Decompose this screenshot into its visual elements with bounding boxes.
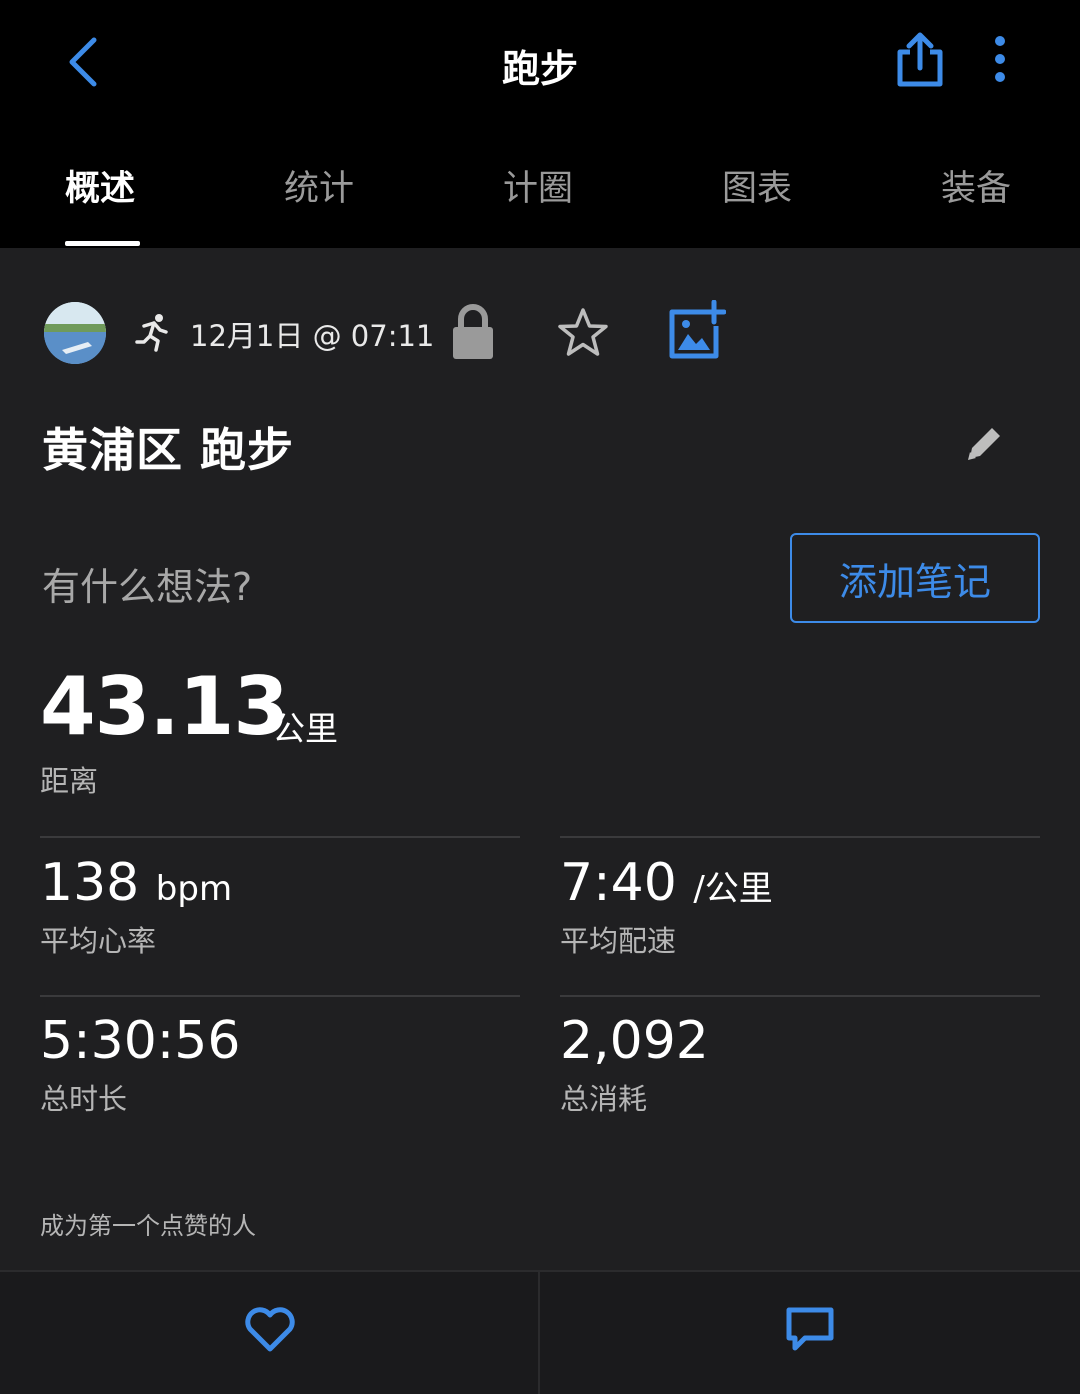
stat-heart-rate-value: 138 bpm xyxy=(40,853,232,913)
like-button[interactable] xyxy=(230,1300,310,1360)
stat-calories-label: 总消耗 xyxy=(560,1082,648,1116)
bottom-action-bar xyxy=(0,1270,1080,1394)
pencil-icon[interactable] xyxy=(962,420,1008,466)
divider xyxy=(40,995,520,997)
comment-icon xyxy=(786,1307,834,1351)
tab-charts[interactable]: 图表 xyxy=(722,160,792,211)
stat-duration-label: 总时长 xyxy=(40,1082,128,1116)
tab-laps[interactable]: 计圈 xyxy=(503,160,573,211)
stat-value-unit: /公里 xyxy=(693,869,773,909)
distance-unit: 公里 xyxy=(272,709,338,748)
avatar[interactable] xyxy=(44,302,106,364)
running-icon xyxy=(135,314,168,352)
stat-value-unit: bpm xyxy=(155,869,233,909)
share-button[interactable] xyxy=(888,28,952,92)
active-tab-indicator xyxy=(65,241,140,246)
more-vertical-icon xyxy=(995,36,1005,82)
lock-icon[interactable] xyxy=(450,303,496,361)
comment-button[interactable] xyxy=(770,1298,850,1362)
activity-title: 黄浦区 跑步 xyxy=(42,423,295,477)
stat-value-number: 2,092 xyxy=(560,1011,709,1071)
share-icon xyxy=(897,32,943,87)
top-app-bar: 跑步 概述 统计 计圈 图表 装备 xyxy=(0,0,1080,248)
stat-value-number: 5:30:56 xyxy=(40,1011,241,1071)
star-icon[interactable] xyxy=(556,306,610,360)
divider xyxy=(40,836,520,838)
more-options-button[interactable] xyxy=(978,28,1022,92)
like-prompt: 成为第一个点赞的人 xyxy=(40,1212,256,1240)
add-photo-icon[interactable] xyxy=(666,300,726,360)
heart-icon xyxy=(245,1307,295,1352)
tab-stats[interactable]: 统计 xyxy=(284,160,354,211)
add-note-button[interactable]: 添加笔记 xyxy=(790,533,1040,623)
bottom-bar-separator xyxy=(538,1272,540,1394)
stat-pace-value: 7:40 /公里 xyxy=(560,853,773,913)
avatar-image xyxy=(44,302,106,364)
divider xyxy=(560,836,1040,838)
divider xyxy=(560,995,1040,997)
stat-value-number: 138 xyxy=(40,853,140,913)
stat-duration-value: 5:30:56 xyxy=(40,1011,240,1071)
stat-value-number: 7:40 xyxy=(560,853,677,913)
thoughts-prompt: 有什么想法? xyxy=(42,565,253,609)
tab-bar: 概述 统计 计圈 图表 装备 xyxy=(0,150,1080,248)
stat-pace-label: 平均配速 xyxy=(560,924,677,958)
stat-calories-value: 2,092 xyxy=(560,1011,709,1071)
tab-gear[interactable]: 装备 xyxy=(941,160,1011,211)
stat-heart-rate-label: 平均心率 xyxy=(40,924,157,958)
distance-label: 距离 xyxy=(40,764,99,798)
activity-datetime: 12月1日 @ 07:11 xyxy=(190,319,435,353)
tab-overview[interactable]: 概述 xyxy=(65,160,135,211)
distance-value: 43.13 xyxy=(40,660,289,753)
